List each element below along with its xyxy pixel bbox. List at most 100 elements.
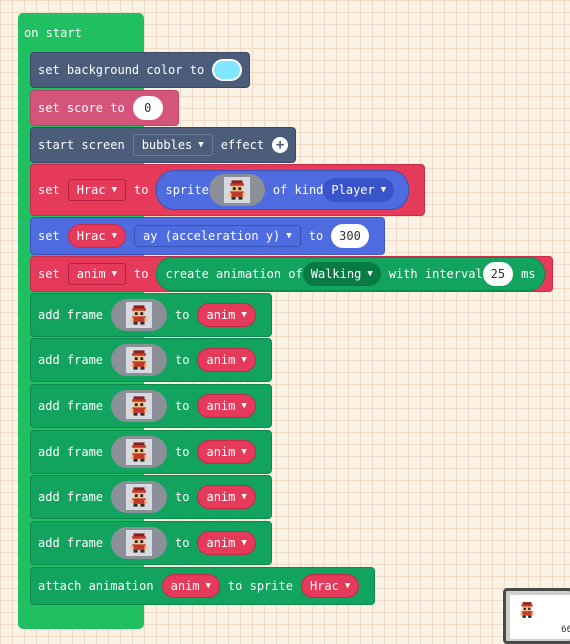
variable-name: anim [206, 536, 236, 550]
block-text: add frame [38, 445, 104, 459]
chevron-down-icon: ▼ [111, 269, 118, 279]
variable-name: anim [170, 579, 200, 593]
block-text: attach animation [38, 579, 154, 593]
character-sprite-icon [226, 179, 248, 201]
block-text: to [175, 308, 190, 322]
variable-dropdown[interactable]: Hrac ▼ [67, 224, 127, 248]
set-animation-block[interactable]: set anim ▼ to create animation of Walkin… [30, 256, 553, 292]
variable-dropdown[interactable]: anim ▼ [197, 531, 256, 555]
chevron-down-icon: ▼ [367, 269, 373, 279]
add-frame-block[interactable]: add frame to anim ▼ [30, 521, 272, 565]
variable-dropdown[interactable]: anim ▼ [197, 348, 256, 372]
variable-dropdown[interactable]: anim ▼ [67, 263, 127, 285]
interval-input[interactable]: 25 [482, 262, 514, 286]
frame-image-slot[interactable] [111, 299, 168, 331]
block-text: to [175, 353, 190, 367]
frame-image-slot[interactable] [111, 527, 168, 559]
block-text: set [38, 229, 60, 243]
block-text: set score to [38, 101, 125, 115]
color-swatch[interactable] [212, 59, 243, 81]
character-sprite-icon [128, 304, 150, 326]
value-input[interactable]: 300 [331, 224, 369, 248]
frame-thumbnail [126, 302, 153, 328]
chevron-down-icon: ▼ [241, 538, 247, 548]
chevron-down-icon: ▼ [241, 310, 247, 320]
variable-name: Hrac [76, 229, 106, 243]
start-screen-effect-block[interactable]: start screen bubbles ▼ effect + [30, 127, 297, 163]
block-text: with interval [388, 267, 483, 281]
variable-dropdown[interactable]: anim ▼ [197, 440, 256, 464]
frame-thumbnail [126, 393, 153, 419]
block-text: add frame [38, 490, 104, 504]
frame-image-slot[interactable] [111, 436, 168, 468]
block-text: set [38, 267, 60, 281]
sprite-thumbnail [223, 177, 250, 203]
block-text: sprite [165, 183, 209, 197]
block-text: ms [521, 267, 536, 281]
variable-dropdown[interactable]: anim ▼ [197, 303, 256, 327]
animation-name: Walking [310, 267, 362, 281]
variable-name: anim [206, 490, 236, 504]
variable-name: anim [206, 353, 236, 367]
animation-variable-dropdown[interactable]: anim ▼ [161, 574, 220, 598]
frame-thumbnail [126, 530, 153, 556]
frame-image-slot[interactable] [111, 344, 168, 376]
block-text: set [38, 183, 60, 197]
block-text: add frame [38, 536, 104, 550]
variable-dropdown[interactable]: anim ▼ [197, 394, 256, 418]
chevron-down-icon: ▼ [205, 581, 211, 591]
plus-icon[interactable]: + [272, 137, 289, 153]
add-frame-block[interactable]: add frame to anim ▼ [30, 338, 272, 382]
block-text: create animation of [165, 267, 303, 281]
property-dropdown[interactable]: ay (acceleration y) ▼ [134, 225, 301, 247]
add-frame-block[interactable]: add frame to anim ▼ [30, 430, 272, 474]
block-text: of kind [272, 183, 324, 197]
block-text: effect [220, 138, 265, 152]
block-text: to [175, 536, 190, 550]
chevron-down-icon: ▼ [241, 447, 247, 457]
set-property-block[interactable]: set Hrac ▼ ay (acceleration y) ▼ to 300 [30, 217, 385, 255]
add-frame-block[interactable]: add frame to anim ▼ [30, 384, 272, 428]
variable-dropdown[interactable]: anim ▼ [197, 485, 256, 509]
character-sprite-icon [128, 486, 150, 508]
score-value-input[interactable]: 0 [132, 96, 163, 120]
variable-name: anim [206, 399, 236, 413]
frame-thumbnail [126, 484, 153, 510]
frame-thumbnail [126, 439, 153, 465]
kind-dropdown[interactable]: Player ▼ [323, 178, 395, 202]
frame-image-slot[interactable] [111, 481, 168, 513]
chevron-down-icon: ▼ [380, 185, 387, 195]
block-text: to [134, 267, 149, 281]
kind-name: Player [331, 183, 375, 197]
block-text: add frame [38, 308, 104, 322]
set-sprite-block[interactable]: set Hrac ▼ to sprite of kind Player ▼ [30, 164, 426, 216]
frame-image-slot[interactable] [111, 390, 168, 422]
add-frame-block[interactable]: add frame to anim ▼ [30, 475, 272, 519]
set-score-block[interactable]: set score to 0 [30, 90, 179, 126]
on-start-label: on start [24, 26, 82, 40]
character-sprite-icon [128, 395, 150, 417]
frame-thumbnail [126, 347, 153, 373]
block-text: to [175, 445, 190, 459]
block-text: set background color to [38, 63, 205, 77]
attach-animation-block[interactable]: attach animation anim ▼ to sprite Hrac ▼ [30, 567, 376, 605]
block-text: to [175, 399, 190, 413]
variable-name: anim [206, 445, 236, 459]
create-animation-block[interactable]: create animation of Walking ▼ with inter… [156, 257, 545, 291]
chevron-down-icon: ▼ [111, 185, 118, 195]
variable-dropdown[interactable]: Hrac ▼ [67, 179, 127, 201]
chevron-down-icon: ▼ [344, 581, 351, 591]
effect-dropdown[interactable]: bubbles ▼ [132, 134, 213, 156]
variable-name: anim [76, 267, 106, 281]
variable-name: anim [206, 308, 236, 322]
sprite-variable-dropdown[interactable]: Hrac ▼ [300, 574, 360, 598]
block-text: to sprite [227, 579, 293, 593]
preview-counter: 66 [561, 625, 570, 635]
sprite-create-block[interactable]: sprite of kind Player ▼ [156, 170, 410, 210]
game-simulator-preview[interactable]: 66 [503, 588, 570, 644]
chevron-down-icon: ▼ [241, 492, 247, 502]
animation-dropdown[interactable]: Walking ▼ [302, 262, 381, 286]
sprite-image-slot[interactable] [208, 174, 265, 206]
add-frame-block[interactable]: add frame to anim ▼ [30, 293, 272, 337]
set-background-color-block[interactable]: set background color to [30, 52, 251, 88]
